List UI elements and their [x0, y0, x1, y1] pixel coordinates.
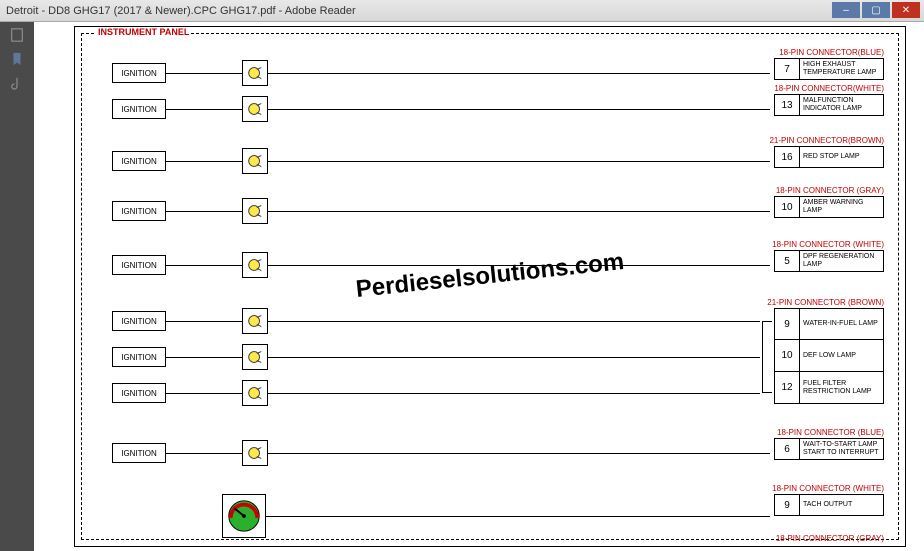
pin-number: 9 — [774, 308, 800, 340]
connector-label: 21-PIN CONNECTOR(BROWN) — [769, 136, 884, 145]
lamp-icon — [242, 344, 268, 370]
pdf-page: INSTRUMENT PANEL IGNITION 18-PIN CONNECT… — [34, 22, 924, 551]
lamp-icon — [242, 440, 268, 466]
wire-segment — [166, 357, 242, 358]
diagram-row: IGNITION 18-PIN CONNECTOR (BLUE) 6 WAIT-… — [82, 440, 898, 466]
pin-number: 7 — [774, 58, 800, 80]
pin-number: 10 — [774, 196, 800, 218]
pin-number: 10 — [774, 340, 800, 372]
wire-segment — [268, 453, 770, 454]
thumbnails-icon[interactable] — [10, 28, 24, 42]
ignition-box: IGNITION — [112, 383, 166, 403]
connector-label: 18-PIN CONNECTOR (BLUE) — [777, 428, 884, 437]
diagram-row: IGNITION 18-PIN CONNECTOR(BLUE) 7 HIGH E… — [82, 60, 898, 86]
pin-description: WAIT-TO-START LAMP START TO INTERRUPT — [800, 438, 884, 460]
pin-description: RED STOP LAMP — [800, 146, 884, 168]
pin-number: 6 — [774, 438, 800, 460]
window-maximize-button[interactable]: ▢ — [862, 2, 890, 18]
pin-description: TACH OUTPUT — [800, 494, 884, 516]
lamp-icon — [242, 252, 268, 278]
tachometer-gauge-icon — [222, 494, 266, 538]
connector-block: 21-PIN CONNECTOR (BROWN) 9 WATER-IN-FUEL… — [767, 298, 884, 404]
wire-segment — [166, 321, 242, 322]
connector-label: 18-PIN CONNECTOR (GRAY) — [776, 186, 884, 195]
window-titlebar: Detroit - DD8 GHG17 (2017 & Newer).CPC G… — [0, 0, 924, 22]
ignition-box: IGNITION — [112, 201, 166, 221]
pin-number: 12 — [774, 372, 800, 404]
wire-segment — [268, 393, 760, 394]
window-title: Detroit - DD8 GHG17 (2017 & Newer).CPC G… — [6, 5, 356, 17]
connector-block: 18-PIN CONNECTOR (WHITE) 9 TACH OUTPUT — [772, 484, 884, 516]
diagram-row: IGNITION 18-PIN CONNECTOR(WHITE) 13 MALF… — [82, 96, 898, 122]
wire-segment — [166, 73, 242, 74]
pin-description: MALFUNCTION INDICATOR LAMP — [800, 94, 884, 116]
wire-segment — [166, 109, 242, 110]
lamp-icon — [242, 380, 268, 406]
pin-description: FUEL FILTER RESTRICTION LAMP — [800, 372, 884, 404]
wire-segment — [166, 161, 242, 162]
wire-segment — [166, 453, 242, 454]
ignition-box: IGNITION — [112, 151, 166, 171]
window-minimize-button[interactable]: – — [832, 2, 860, 18]
ignition-box: IGNITION — [112, 311, 166, 331]
connector-block: 18-PIN CONNECTOR (BLUE) 6 WAIT-TO-START … — [774, 428, 884, 460]
wire-segment — [268, 321, 760, 322]
connector-block: 18-PIN CONNECTOR (GRAY) 10 AMBER WARNING… — [774, 186, 884, 218]
pin-description: HIGH EXHAUST TEMPERATURE LAMP — [800, 58, 884, 80]
lamp-icon — [242, 148, 268, 174]
wire-segment — [166, 393, 242, 394]
connector-label: 18-PIN CONNECTOR(WHITE) — [774, 84, 884, 93]
connector-block: 18-PIN CONNECTOR(WHITE) 13 MALFUNCTION I… — [774, 84, 884, 116]
lamp-icon — [242, 198, 268, 224]
instrument-panel-box: INSTRUMENT PANEL IGNITION 18-PIN CONNECT… — [81, 33, 899, 540]
connector-block: 18-PIN CONNECTOR (WHITE) 5 DPF REGENERAT… — [772, 240, 884, 272]
connector-label: 18-PIN CONNECTOR(BLUE) — [779, 48, 884, 57]
lamp-icon — [242, 308, 268, 334]
wire-segment — [268, 357, 760, 358]
connector-block: 18-PIN CONNECTOR (GRAY) — [776, 534, 884, 544]
pin-description: DEF LOW LAMP — [800, 340, 884, 372]
wire-segment — [268, 161, 770, 162]
wire-segment — [268, 265, 770, 266]
pin-description: AMBER WARNING LAMP — [800, 196, 884, 218]
wire-segment — [166, 265, 242, 266]
lamp-icon — [242, 60, 268, 86]
wire-segment — [266, 516, 770, 517]
wire-segment — [166, 211, 242, 212]
pin-description: WATER-IN-FUEL LAMP — [800, 308, 884, 340]
instrument-panel-label: INSTRUMENT PANEL — [96, 27, 191, 37]
ignition-box: IGNITION — [112, 443, 166, 463]
bookmark-icon[interactable] — [10, 52, 24, 66]
window-close-button[interactable]: ✕ — [892, 2, 920, 18]
diagram-row: IGNITION 18-PIN CONNECTOR (GRAY) 10 AMBE… — [82, 198, 898, 224]
attachments-icon[interactable] — [10, 76, 24, 90]
ignition-box: IGNITION — [112, 63, 166, 83]
ignition-box: IGNITION — [112, 347, 166, 367]
wire-segment — [268, 73, 770, 74]
pin-number: 9 — [774, 494, 800, 516]
connector-label: 18-PIN CONNECTOR (GRAY) — [776, 534, 884, 543]
pin-description: DPF REGENERATION LAMP — [800, 250, 884, 272]
ignition-box: IGNITION — [112, 99, 166, 119]
connector-label: 21-PIN CONNECTOR (BROWN) — [767, 298, 884, 307]
diagram-row: 18-PIN CONNECTOR (WHITE) 9 TACH OUTPUT — [82, 494, 898, 538]
lamp-icon — [242, 96, 268, 122]
pin-number: 13 — [774, 94, 800, 116]
connector-label: 18-PIN CONNECTOR (WHITE) — [772, 240, 884, 249]
wire-segment — [268, 109, 770, 110]
connector-label: 18-PIN CONNECTOR (WHITE) — [772, 484, 884, 493]
diagram-outer-border: INSTRUMENT PANEL IGNITION 18-PIN CONNECT… — [74, 26, 906, 547]
connector-block: 21-PIN CONNECTOR(BROWN) 16 RED STOP LAMP — [769, 136, 884, 168]
reader-sidebar — [0, 22, 34, 551]
pin-number: 5 — [774, 250, 800, 272]
diagram-row: IGNITION 21-PIN CONNECTOR(BROWN) 16 RED … — [82, 148, 898, 174]
pin-number: 16 — [774, 146, 800, 168]
wire-segment — [268, 211, 770, 212]
ignition-box: IGNITION — [112, 255, 166, 275]
connector-block: 18-PIN CONNECTOR(BLUE) 7 HIGH EXHAUST TE… — [774, 48, 884, 80]
diagram-row: IGNITION 18-PIN CONNECTOR (WHITE) 5 DPF … — [82, 252, 898, 278]
